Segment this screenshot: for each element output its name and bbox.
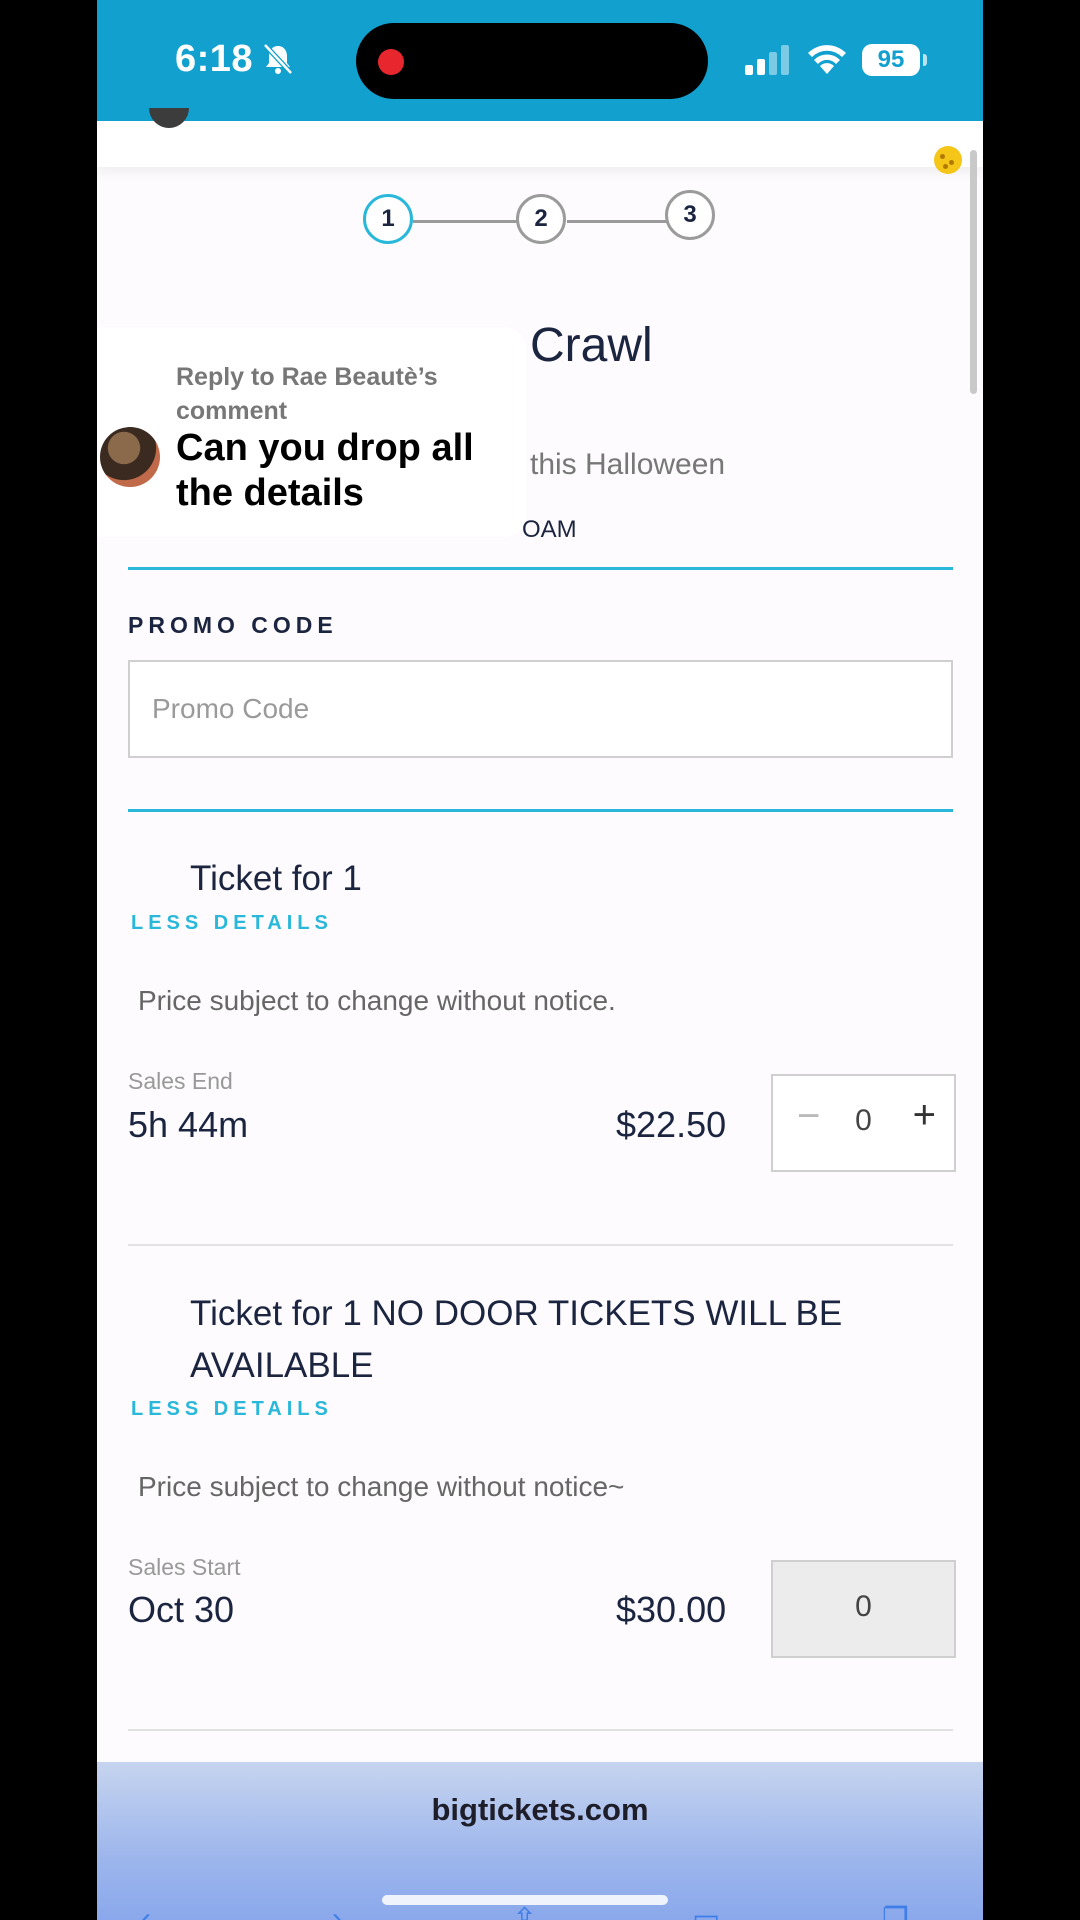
forward-icon[interactable]: ›	[332, 1902, 342, 1920]
step-3: 3	[665, 190, 715, 240]
status-bar: 6:18 95	[97, 0, 983, 121]
wifi-icon	[808, 45, 846, 74]
sales-start-label: Sales Start	[128, 1554, 241, 1580]
section-divider	[128, 567, 953, 570]
step-2: 2	[516, 194, 566, 244]
back-icon[interactable]: ‹	[141, 1902, 151, 1920]
stepper-connector	[567, 220, 671, 223]
quantity-value: 0	[855, 1590, 872, 1623]
sales-end-value: 5h 44m	[128, 1104, 249, 1145]
sales-start-value: Oct 30	[128, 1589, 235, 1630]
status-time: 6:18	[175, 38, 254, 80]
ticket-note: Price subject to change without notice~	[138, 1471, 625, 1502]
cookie-settings-icon[interactable]	[934, 146, 962, 174]
browser-toolbar: bigtickets.com ‹ › ⇪ ▭ ❐	[97, 1762, 983, 1920]
dynamic-island	[356, 23, 708, 99]
battery-indicator: 95	[862, 44, 920, 76]
ticket-divider	[128, 1244, 953, 1246]
home-indicator[interactable]	[382, 1895, 668, 1905]
section-divider	[128, 809, 953, 812]
quantity-field-disabled: 0	[771, 1560, 956, 1658]
address-bar[interactable]: bigtickets.com	[97, 1792, 983, 1828]
bubble-tail	[97, 520, 98, 542]
ticket-divider	[128, 1729, 953, 1731]
cellular-signal-icon	[745, 45, 789, 75]
sales-end-label: Sales End	[128, 1068, 233, 1094]
reply-comment-bubble: Reply to Rae Beautè’s comment Can you dr…	[97, 327, 526, 537]
event-time: OAM	[522, 516, 577, 543]
reply-to-label: Reply to Rae Beautè’s comment	[176, 363, 438, 425]
tabs-icon[interactable]: ❐	[882, 1902, 909, 1920]
ticket-name: Ticket for 1 NO DOOR TICKETS WILL BE AVA…	[190, 1294, 843, 1385]
ticket-name: Ticket for 1	[190, 859, 362, 898]
comment-text: Can you drop all the details	[176, 427, 474, 514]
bookmarks-icon[interactable]: ▭	[692, 1902, 720, 1920]
promo-code-label: PROMO CODE	[128, 612, 338, 638]
less-details-link[interactable]: LESS DETAILS	[131, 912, 333, 935]
site-header	[97, 121, 983, 167]
commenter-avatar	[100, 427, 160, 487]
recording-dot-icon	[378, 49, 404, 75]
ticket-price: $30.00	[616, 1589, 727, 1630]
ticket-price: $22.50	[616, 1104, 727, 1145]
silent-bell-icon	[263, 43, 293, 75]
page-scrollbar[interactable]	[970, 150, 977, 394]
stepper-connector	[413, 220, 519, 223]
event-title: Crawl	[530, 319, 653, 372]
promo-code-input[interactable]	[128, 660, 953, 758]
event-subtitle: this Halloween	[530, 448, 726, 481]
ticket-note: Price subject to change without notice.	[138, 985, 616, 1016]
phone-screen: 6:18 95 1 2 3 Crawl this Halloween OAM R…	[97, 0, 983, 1920]
step-1: 1	[363, 194, 413, 244]
checkout-stepper: 1 2 3	[363, 190, 723, 252]
increment-button[interactable]: +	[913, 1093, 936, 1138]
quantity-stepper[interactable]: − 0 +	[771, 1074, 956, 1172]
less-details-link[interactable]: LESS DETAILS	[131, 1398, 333, 1421]
battery-tip	[923, 54, 927, 66]
